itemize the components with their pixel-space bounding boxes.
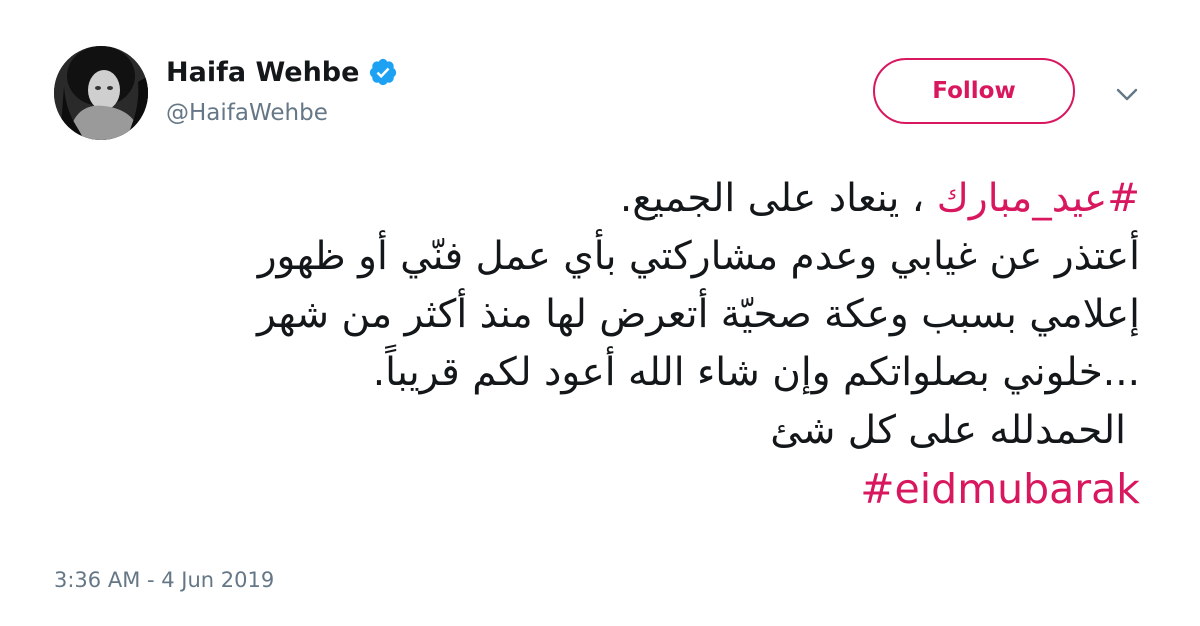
tweet-text: #عيد_مبارك ، ينعاد على الجميع. أعتذر عن … <box>60 170 1140 518</box>
author-display-name[interactable]: Haifa Wehbe <box>166 57 359 88</box>
tweet-line-5: الحمدلله على كل شئ <box>770 408 1126 453</box>
tweet-timestamp[interactable]: 3:36 AM - 4 Jun 2019 <box>54 568 274 592</box>
follow-button[interactable]: Follow <box>873 58 1075 124</box>
hashtag-eidmubarak[interactable]: #eidmubarak <box>860 465 1140 513</box>
tweet-line-4: ...خلوني بصلواتكم وإن شاء الله أعود لكم … <box>372 350 1140 395</box>
hashtag-eid-arabic[interactable]: #عيد_مبارك <box>937 176 1140 221</box>
author-handle[interactable]: @HaifaWehbe <box>166 100 328 126</box>
tweet-line-3: إعلامي بسبب وعكة صحيّة أتعرض لها منذ أكث… <box>256 292 1140 337</box>
tweet-line-1: #عيد_مبارك ، ينعاد على الجميع. <box>60 170 1140 228</box>
tweet-line-6: #eidmubarak <box>60 460 1140 518</box>
tweet-line-2: أعتذر عن غيابي وعدم مشاركتي بأي عمل فنّي… <box>257 234 1140 279</box>
tweet-line-1-text: ، ينعاد على الجميع. <box>619 176 937 221</box>
avatar[interactable] <box>54 46 148 140</box>
verified-badge-icon <box>368 57 398 87</box>
chevron-down-icon[interactable] <box>1113 84 1141 104</box>
profile-photo <box>54 46 148 140</box>
author-name-row[interactable]: Haifa Wehbe <box>166 52 398 92</box>
